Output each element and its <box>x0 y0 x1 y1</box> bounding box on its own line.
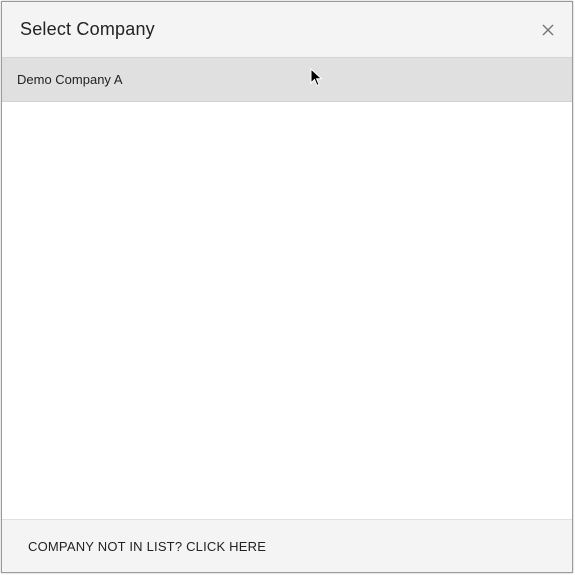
screen: Select Company Demo Company A COMPANY NO… <box>0 0 575 575</box>
close-icon <box>542 24 554 35</box>
mouse-pointer-icon <box>310 68 323 87</box>
company-list: Demo Company A <box>2 58 572 519</box>
company-list-item[interactable]: Demo Company A <box>2 58 572 102</box>
dialog-footer: COMPANY NOT IN LIST? CLICK HERE <box>2 519 572 572</box>
select-company-dialog: Select Company Demo Company A COMPANY NO… <box>1 1 573 573</box>
dialog-header: Select Company <box>2 2 572 58</box>
company-name: Demo Company A <box>17 72 123 87</box>
company-not-in-list-link[interactable]: COMPANY NOT IN LIST? CLICK HERE <box>28 539 266 554</box>
close-button[interactable] <box>538 20 558 40</box>
dialog-title: Select Company <box>20 19 155 39</box>
